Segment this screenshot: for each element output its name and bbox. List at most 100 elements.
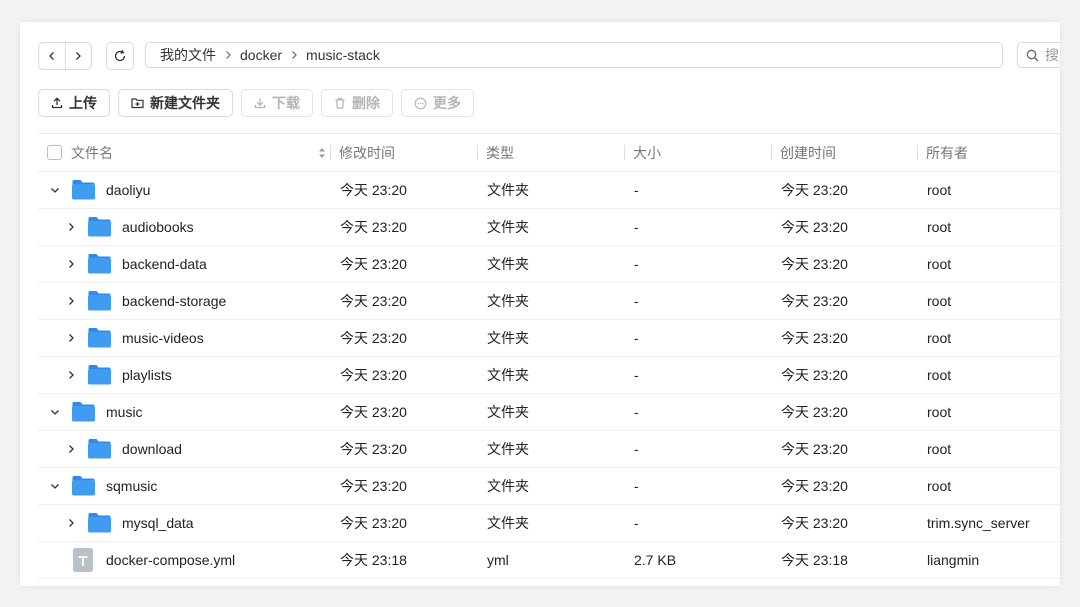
refresh-button[interactable] — [106, 42, 134, 70]
table-row[interactable]: mysql_data 今天 23:20 文件夹 - 今天 23:20 trim.sync_… — [38, 505, 1060, 542]
chevron-right-icon[interactable] — [64, 505, 78, 541]
column-modified[interactable]: 修改时间 — [339, 134, 395, 171]
folder-icon — [87, 512, 112, 533]
upload-button[interactable]: 上传 — [38, 89, 110, 117]
owner: root — [927, 441, 952, 457]
chevron-right-icon[interactable] — [64, 357, 78, 393]
new-folder-label: 新建文件夹 — [150, 95, 220, 111]
owner: root — [927, 219, 952, 235]
chevron-down-icon[interactable] — [48, 468, 62, 504]
file-table: 文件名 修改时间 类型 大小 创建时间 所有者 daoliyu 今天 23:20 文… — [38, 133, 1060, 579]
file-name[interactable]: backend-data — [122, 246, 207, 282]
file-name[interactable]: mysql_data — [122, 505, 194, 541]
created-time: 今天 23:18 — [781, 552, 848, 568]
column-size[interactable]: 大小 — [633, 134, 661, 171]
table-row[interactable]: backend-storage 今天 23:20 文件夹 - 今天 23:20 root — [38, 283, 1060, 320]
more-icon — [414, 97, 427, 109]
file-type: 文件夹 — [487, 330, 529, 346]
table-row[interactable]: download 今天 23:20 文件夹 - 今天 23:20 root — [38, 431, 1060, 468]
navigation-bar: 我的文件 docker music-stack 搜 — [38, 42, 1060, 70]
file-name[interactable]: docker-compose.yml — [106, 542, 235, 578]
table-row[interactable]: sqmusic 今天 23:20 文件夹 - 今天 23:20 root — [38, 468, 1060, 505]
column-owner[interactable]: 所有者 — [926, 134, 968, 171]
new-folder-button[interactable]: 新建文件夹 — [118, 89, 233, 117]
created-time: 今天 23:20 — [781, 515, 848, 531]
delete-button[interactable]: 删除 — [321, 89, 393, 117]
breadcrumb-item[interactable]: music-stack — [306, 47, 380, 63]
chevron-left-icon — [48, 52, 54, 60]
chevron-right-icon[interactable] — [64, 320, 78, 356]
table-row[interactable]: audiobooks 今天 23:20 文件夹 - 今天 23:20 root — [38, 209, 1060, 246]
folder-icon — [71, 401, 96, 422]
select-all-checkbox[interactable] — [47, 134, 62, 171]
folder-icon — [87, 327, 112, 348]
history-buttons — [38, 42, 92, 70]
owner: root — [927, 367, 952, 383]
file-size: 2.7 KB — [634, 552, 677, 568]
file-name[interactable]: backend-storage — [122, 283, 226, 319]
column-type[interactable]: 类型 — [486, 134, 514, 171]
modified-time: 今天 23:20 — [340, 182, 407, 198]
file-name[interactable]: download — [122, 431, 182, 467]
file-type: 文件夹 — [487, 515, 529, 531]
download-label: 下载 — [272, 95, 300, 111]
folder-icon — [71, 179, 96, 200]
file-size: - — [634, 515, 639, 531]
file-type: 文件夹 — [487, 182, 529, 198]
file-name[interactable]: music-videos — [122, 320, 204, 356]
file-size: - — [634, 330, 639, 346]
forward-button[interactable] — [64, 43, 92, 69]
download-button[interactable]: 下载 — [241, 89, 313, 117]
file-name[interactable]: playlists — [122, 357, 172, 393]
file-size: - — [634, 404, 639, 420]
modified-time: 今天 23:18 — [340, 552, 407, 568]
sort-icon[interactable] — [318, 134, 326, 171]
more-label: 更多 — [433, 95, 461, 111]
created-time: 今天 23:20 — [781, 182, 848, 198]
owner: root — [927, 404, 952, 420]
file-type: 文件夹 — [487, 367, 529, 383]
file-name[interactable]: music — [106, 394, 143, 430]
owner: root — [927, 256, 952, 272]
file-type: 文件夹 — [487, 219, 529, 235]
file-size: - — [634, 478, 639, 494]
table-row[interactable]: music-videos 今天 23:20 文件夹 - 今天 23:20 root — [38, 320, 1060, 357]
breadcrumb-item[interactable]: 我的文件 — [160, 45, 216, 65]
folder-icon — [87, 438, 112, 459]
created-time: 今天 23:20 — [781, 293, 848, 309]
chevron-down-icon[interactable] — [48, 394, 62, 430]
column-created[interactable]: 创建时间 — [780, 134, 836, 171]
breadcrumb-item[interactable]: docker — [240, 47, 282, 63]
file-name[interactable]: sqmusic — [106, 468, 157, 504]
file-manager-window: 我的文件 docker music-stack 搜 上传 新建文件夹 下载 删除 更… — [20, 22, 1060, 586]
owner: trim.sync_server — [927, 515, 1030, 531]
file-name[interactable]: daoliyu — [106, 172, 150, 208]
chevron-right-icon[interactable] — [64, 246, 78, 282]
folder-icon — [87, 364, 112, 385]
chevron-right-icon[interactable] — [64, 283, 78, 319]
file-name[interactable]: audiobooks — [122, 209, 194, 245]
file-size: - — [634, 441, 639, 457]
created-time: 今天 23:20 — [781, 367, 848, 383]
chevron-down-icon[interactable] — [48, 172, 62, 208]
search-box[interactable]: 搜 — [1017, 42, 1060, 68]
file-type: 文件夹 — [487, 441, 529, 457]
refresh-icon — [114, 49, 126, 62]
back-button[interactable] — [39, 43, 65, 69]
table-row[interactable]: playlists 今天 23:20 文件夹 - 今天 23:20 root — [38, 357, 1060, 394]
more-button[interactable]: 更多 — [401, 89, 474, 117]
chevron-right-icon[interactable] — [64, 431, 78, 467]
created-time: 今天 23:20 — [781, 441, 848, 457]
text-file-icon — [71, 548, 96, 572]
modified-time: 今天 23:20 — [340, 330, 407, 346]
folder-icon — [87, 253, 112, 274]
table-row[interactable]: daoliyu 今天 23:20 文件夹 - 今天 23:20 root — [38, 172, 1060, 209]
table-row[interactable]: docker-compose.yml 今天 23:18 yml 2.7 KB 今天 23… — [38, 542, 1060, 579]
chevron-right-icon[interactable] — [64, 209, 78, 245]
table-row[interactable]: music 今天 23:20 文件夹 - 今天 23:20 root — [38, 394, 1060, 431]
table-row[interactable]: backend-data 今天 23:20 文件夹 - 今天 23:20 root — [38, 246, 1060, 283]
created-time: 今天 23:20 — [781, 256, 848, 272]
file-type: 文件夹 — [487, 293, 529, 309]
column-name[interactable]: 文件名 — [71, 134, 113, 171]
file-type: 文件夹 — [487, 256, 529, 272]
